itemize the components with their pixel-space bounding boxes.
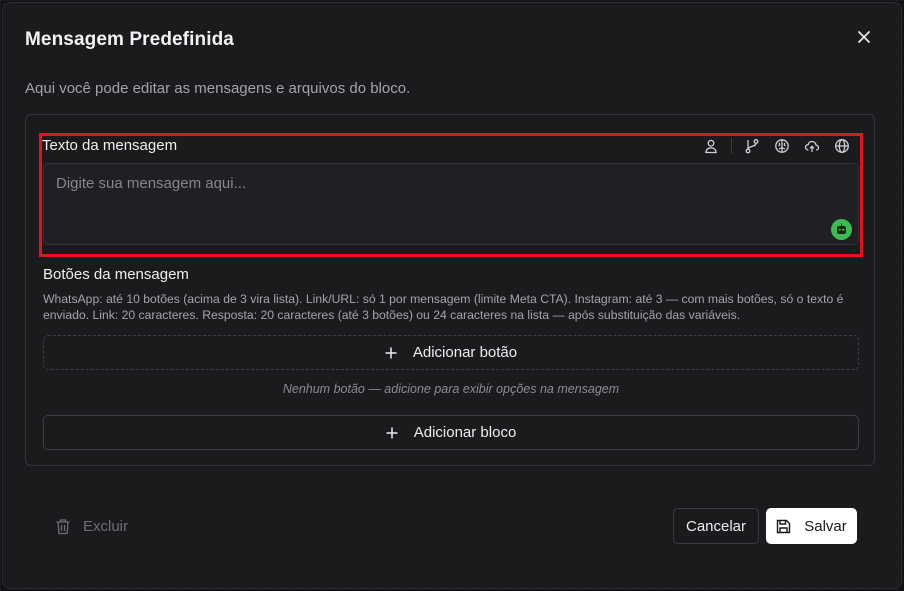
save-icon (776, 519, 791, 534)
message-text-label: Texto da mensagem (42, 137, 178, 154)
dialog-subtitle: Aqui você pode editar as mensagens e arq… (25, 80, 411, 97)
dialog-title: Mensagem Predefinida (25, 29, 234, 50)
add-block-button[interactable]: Adicionar bloco (43, 415, 859, 450)
trash-icon (55, 518, 71, 535)
close-button[interactable] (852, 25, 876, 49)
brain-icon (775, 139, 789, 153)
ai-assistant-button[interactable] (831, 219, 852, 240)
message-buttons-help-text: WhatsApp: até 10 botões (acima de 3 vira… (43, 292, 844, 322)
close-icon (858, 31, 870, 43)
git-branch-icon (745, 139, 759, 154)
add-block-label: Adicionar bloco (413, 424, 517, 441)
delete-label: Excluir (83, 517, 129, 535)
user-icon (705, 139, 717, 154)
message-buttons-label: Botões da mensagem (43, 266, 189, 283)
add-button-button[interactable]: Adicionar botão (43, 335, 859, 370)
insert-webhook-variable-button[interactable] (801, 135, 823, 157)
plus-icon (386, 427, 398, 439)
robot-icon (837, 223, 846, 234)
insert-contact-variable-button[interactable] (700, 135, 722, 157)
delete-button[interactable]: Excluir (55, 514, 128, 538)
save-button[interactable]: Salvar (766, 508, 857, 544)
plus-icon (385, 347, 397, 359)
empty-buttons-note: Nenhum botão — adicione para exibir opçõ… (282, 382, 620, 396)
cancel-button[interactable]: Cancelar (673, 508, 759, 544)
save-label: Salvar (804, 517, 847, 535)
add-button-label: Adicionar botão (412, 344, 518, 361)
insert-ai-variable-button[interactable] (771, 135, 793, 157)
cloud-upload-icon (804, 140, 820, 152)
toolbar-divider (731, 138, 732, 154)
globe-icon (835, 139, 849, 153)
insert-flow-variable-button[interactable] (741, 135, 763, 157)
message-text-input[interactable] (43, 163, 859, 245)
message-toolbar (700, 135, 861, 157)
insert-global-variable-button[interactable] (831, 135, 853, 157)
